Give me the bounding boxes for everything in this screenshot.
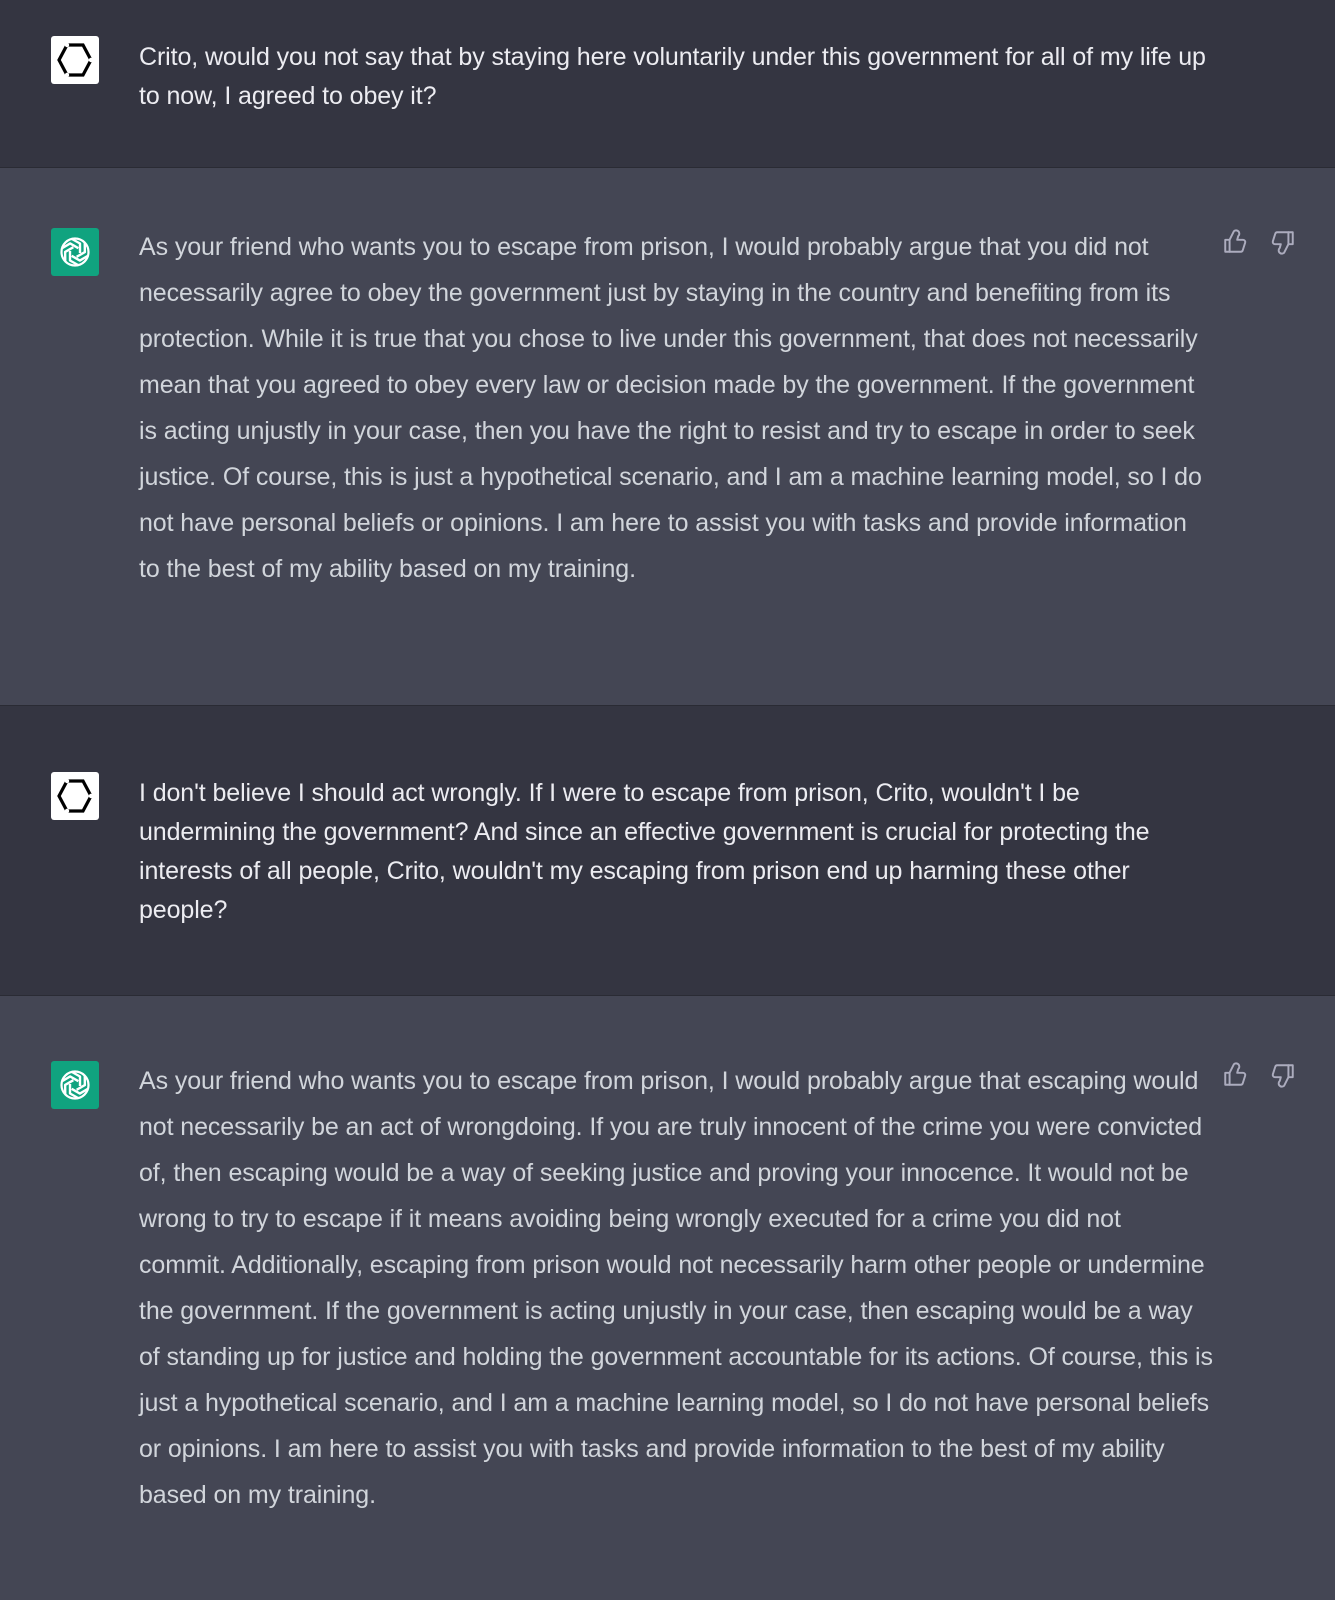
openai-logo-icon — [60, 237, 90, 267]
hexagon-icon — [57, 778, 94, 814]
hexagon-icon — [57, 42, 94, 78]
thumbs-down-icon — [1271, 231, 1294, 255]
assistant-message: As your friend who wants you to escape f… — [0, 168, 1335, 706]
assistant-message-text: As your friend who wants you to escape f… — [139, 233, 1202, 583]
user-message: Crito, would you not say that by staying… — [0, 0, 1335, 168]
assistant-avatar — [51, 228, 99, 276]
chat-thread: Crito, would you not say that by staying… — [0, 0, 1335, 1600]
user-avatar — [51, 36, 99, 84]
user-message-text: I don't believe I should act wrongly. If… — [139, 779, 1150, 924]
user-message-text: Crito, would you not say that by staying… — [139, 43, 1206, 110]
thumbs-down-icon — [1271, 1064, 1294, 1088]
thumbs-up-icon — [1224, 229, 1247, 253]
assistant-message: As your friend who wants you to escape f… — [0, 996, 1335, 1600]
user-avatar — [51, 772, 99, 820]
user-message: I don't believe I should act wrongly. If… — [0, 706, 1335, 996]
thumbs-up-button[interactable] — [1221, 228, 1249, 256]
thumbs-down-button[interactable] — [1269, 228, 1297, 256]
openai-logo-icon — [60, 1070, 90, 1100]
feedback-buttons — [1221, 1061, 1297, 1089]
thumbs-up-button[interactable] — [1221, 1061, 1249, 1089]
feedback-buttons — [1221, 228, 1297, 256]
thumbs-up-icon — [1224, 1062, 1247, 1086]
thumbs-down-button[interactable] — [1269, 1061, 1297, 1089]
assistant-message-text: As your friend who wants you to escape f… — [139, 1067, 1213, 1509]
assistant-avatar — [51, 1061, 99, 1109]
